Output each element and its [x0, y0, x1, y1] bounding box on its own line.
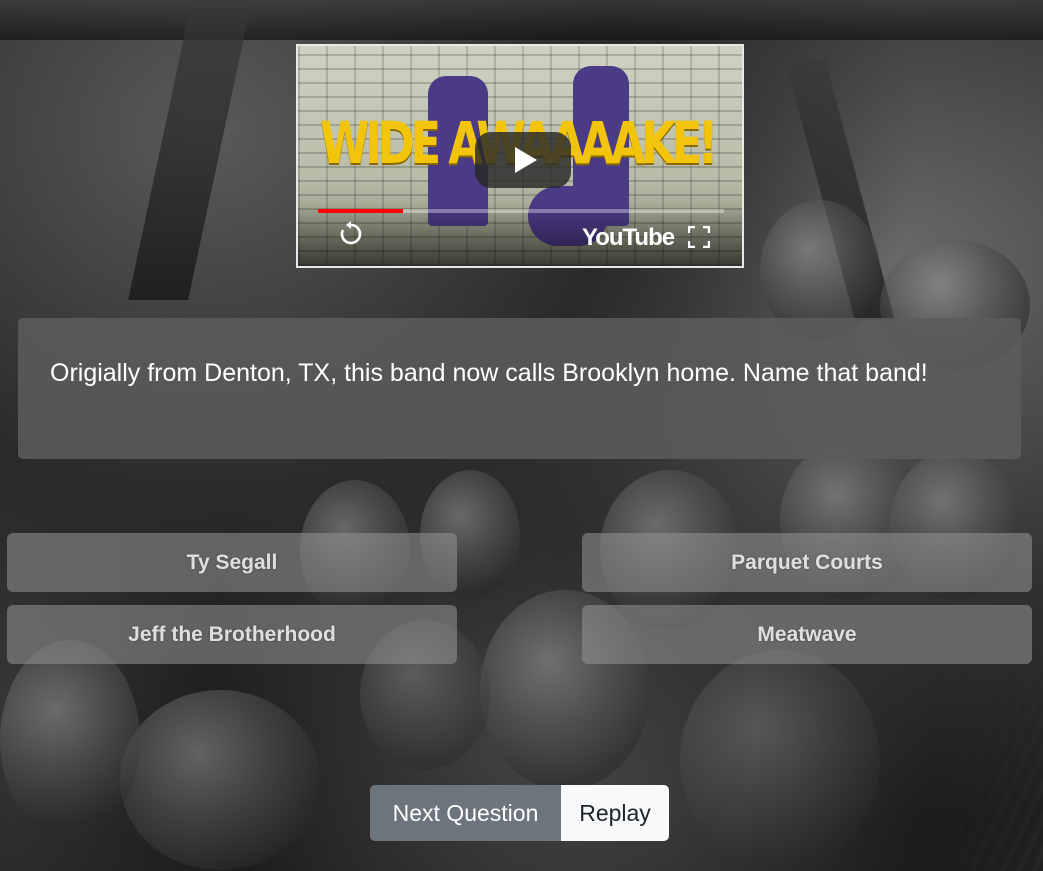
question-card: Origially from Denton, TX, this band now…: [18, 318, 1021, 459]
video-progress-bar[interactable]: [318, 209, 724, 213]
answer-option[interactable]: Jeff the Brotherhood: [7, 605, 457, 664]
video-progress-fill: [318, 209, 404, 213]
video-controls-shade: [298, 204, 742, 266]
answer-option[interactable]: Ty Segall: [7, 533, 457, 592]
question-text: Origially from Denton, TX, this band now…: [50, 359, 928, 387]
play-icon: [515, 147, 537, 173]
video-player[interactable]: WIDE AWAAAAKE! YouTube: [296, 44, 744, 268]
youtube-logo[interactable]: YouTube: [582, 224, 675, 252]
replay-icon[interactable]: [338, 221, 364, 247]
action-button-group: Next Question Replay: [370, 785, 669, 841]
next-question-button[interactable]: Next Question: [370, 785, 561, 841]
play-button[interactable]: [475, 132, 571, 188]
answer-option[interactable]: Meatwave: [582, 605, 1032, 664]
answer-option[interactable]: Parquet Courts: [582, 533, 1032, 592]
fullscreen-icon[interactable]: [688, 226, 710, 248]
replay-button[interactable]: Replay: [561, 785, 669, 841]
